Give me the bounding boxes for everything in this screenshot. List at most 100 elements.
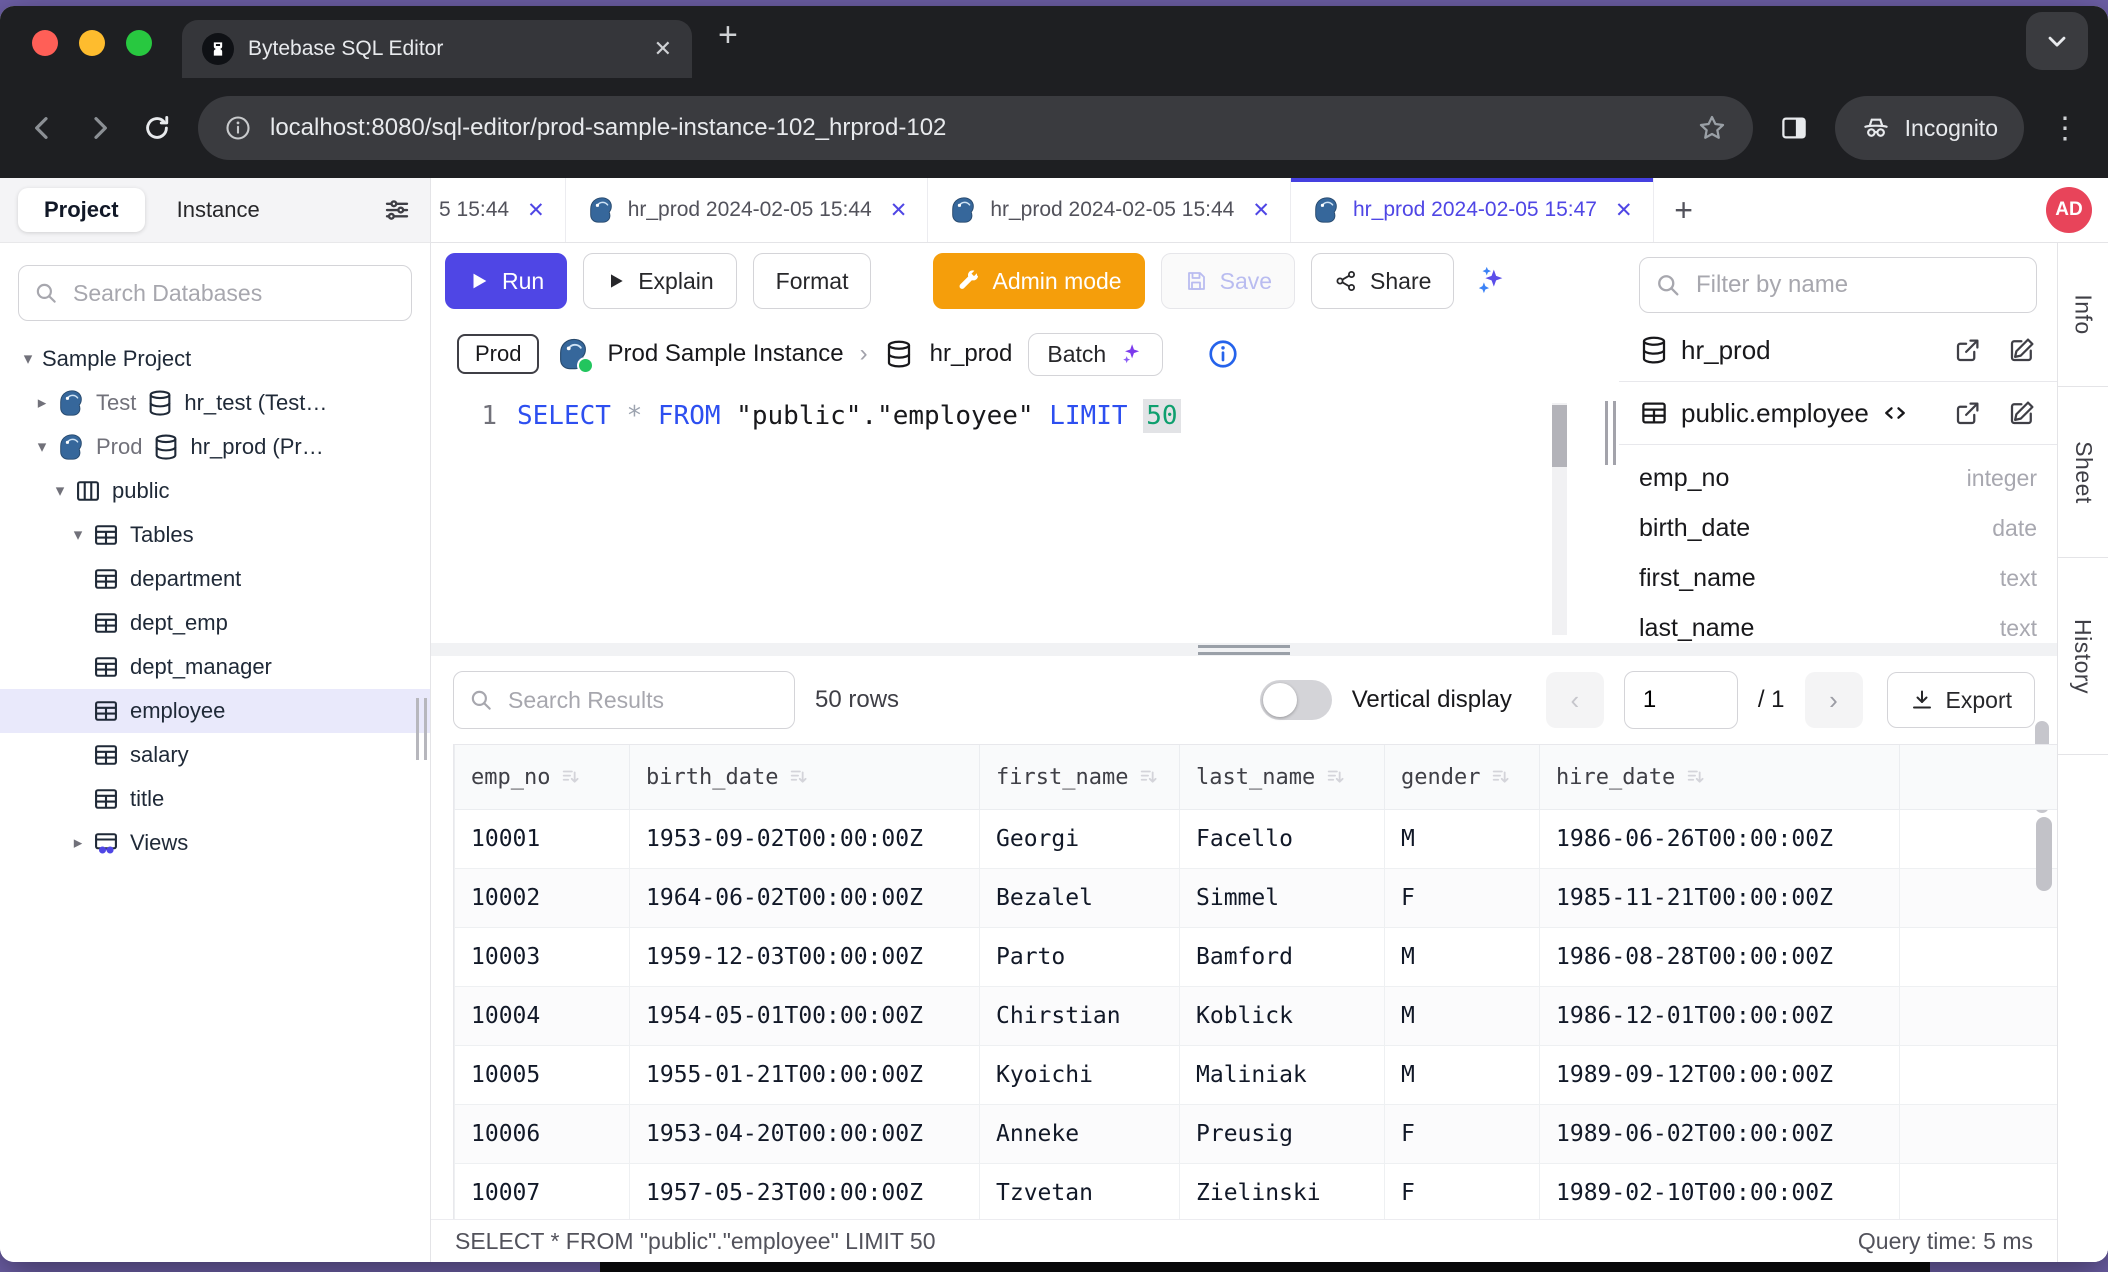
admin-mode-button[interactable]: Admin mode — [933, 253, 1144, 309]
tree-item-hr-prod-pr[interactable]: ▾Prodhr_prod (Pr… — [0, 425, 430, 469]
table-row[interactable]: 100051955-01-21T00:00:00ZKyoichiMaliniak… — [455, 1046, 2058, 1105]
schema-table-row[interactable]: public.employee — [1619, 381, 2057, 445]
chevron-down-icon[interactable]: ▾ — [46, 481, 74, 501]
table-cell[interactable]: 1989-02-10T00:00:00Z — [1540, 1164, 1900, 1220]
edit-icon[interactable] — [2007, 398, 2037, 428]
results-scrollbar-thumb[interactable] — [2036, 817, 2052, 891]
sort-icon[interactable] — [1490, 766, 1512, 788]
browser-menu-button[interactable]: ⋮ — [2050, 111, 2082, 146]
panel-resize-handle[interactable] — [1601, 243, 1619, 643]
column-header-emp_no[interactable]: emp_no — [455, 745, 630, 810]
code-icon[interactable] — [1881, 399, 1909, 427]
table-cell[interactable]: 1957-05-23T00:00:00Z — [630, 1164, 980, 1220]
table-cell[interactable]: 1959-12-03T00:00:00Z — [630, 928, 980, 987]
back-button[interactable] — [26, 112, 58, 144]
close-tab-icon[interactable]: ✕ — [527, 198, 545, 223]
table-cell[interactable]: 10005 — [455, 1046, 630, 1105]
table-cell[interactable]: Anneke — [980, 1105, 1180, 1164]
address-bar[interactable]: localhost:8080/sql-editor/prod-sample-in… — [198, 96, 1753, 160]
tree-item-views[interactable]: ▸Views — [0, 821, 430, 865]
sheet-tab-0[interactable]: 5 15:44✕ — [431, 178, 566, 242]
table-row[interactable]: 100061953-04-20T00:00:00ZAnnekePreusigF1… — [455, 1105, 2058, 1164]
sql-editor[interactable]: 1 SELECT * FROM "public"."employee" LIMI… — [431, 389, 1601, 643]
database-name[interactable]: hr_prod — [930, 340, 1013, 368]
tree-item-department[interactable]: department — [0, 557, 430, 601]
table-cell[interactable]: 10002 — [455, 869, 630, 928]
table-cell[interactable]: 1953-09-02T00:00:00Z — [630, 810, 980, 869]
schema-database-row[interactable]: hr_prod — [1619, 319, 2057, 381]
sheet-tab-2[interactable]: hr_prod 2024-02-05 15:44✕ — [928, 178, 1291, 242]
table-cell[interactable]: Facello — [1180, 810, 1385, 869]
table-cell[interactable]: Maliniak — [1180, 1046, 1385, 1105]
close-tab-icon[interactable]: ✕ — [1615, 198, 1633, 223]
instance-name[interactable]: Prod Sample Instance — [607, 340, 843, 368]
table-cell[interactable]: 1964-06-02T00:00:00Z — [630, 869, 980, 928]
results-resize-handle[interactable] — [431, 643, 2057, 656]
tab-instance[interactable]: Instance — [151, 188, 286, 232]
user-avatar[interactable]: AD — [2046, 187, 2092, 233]
table-cell[interactable]: Preusig — [1180, 1105, 1385, 1164]
sort-icon[interactable] — [1685, 766, 1707, 788]
tree-item-tables[interactable]: ▾Tables — [0, 513, 430, 557]
table-cell[interactable]: 1985-11-21T00:00:00Z — [1540, 869, 1900, 928]
column-row-emp_no[interactable]: emp_nointeger — [1639, 453, 2037, 503]
schema-filter-input[interactable] — [1694, 270, 2022, 300]
column-header-last_name[interactable]: last_name — [1180, 745, 1385, 810]
save-button[interactable]: Save — [1161, 253, 1295, 309]
table-cell[interactable]: 10001 — [455, 810, 630, 869]
table-cell[interactable]: F — [1385, 1105, 1540, 1164]
batch-mode-chip[interactable]: Batch — [1028, 333, 1163, 376]
zoom-window-button[interactable] — [126, 30, 152, 56]
table-cell[interactable]: Zielinski — [1180, 1164, 1385, 1220]
new-sheet-button[interactable]: + — [1654, 178, 1714, 242]
table-cell[interactable]: 10003 — [455, 928, 630, 987]
sidebar-resize-handle[interactable] — [416, 698, 427, 760]
table-cell[interactable]: F — [1385, 869, 1540, 928]
table-cell[interactable]: Simmel — [1180, 869, 1385, 928]
database-search-input[interactable] — [71, 279, 397, 308]
table-cell[interactable]: M — [1385, 928, 1540, 987]
page-number-field[interactable] — [1624, 671, 1738, 729]
share-button[interactable]: Share — [1311, 253, 1454, 309]
sidebar-settings-button[interactable] — [382, 195, 412, 225]
info-icon[interactable] — [1207, 338, 1239, 370]
tree-item-sample-project[interactable]: ▾Sample Project — [0, 337, 430, 381]
table-cell[interactable]: 1986-08-28T00:00:00Z — [1540, 928, 1900, 987]
explain-button[interactable]: Explain — [583, 253, 736, 309]
table-row[interactable]: 100011953-09-02T00:00:00ZGeorgiFacelloM1… — [455, 810, 2058, 869]
forward-button[interactable] — [84, 112, 116, 144]
table-cell[interactable]: 10007 — [455, 1164, 630, 1220]
reload-button[interactable] — [142, 113, 172, 143]
external-link-icon[interactable] — [1953, 398, 1983, 428]
vertical-display-toggle[interactable] — [1260, 680, 1332, 720]
bookmark-star-icon[interactable] — [1697, 113, 1727, 143]
table-cell[interactable]: Parto — [980, 928, 1180, 987]
side-tab-sheet[interactable]: Sheet — [2058, 387, 2108, 558]
browser-tab[interactable]: Bytebase SQL Editor ✕ — [182, 20, 692, 78]
table-cell[interactable]: 1953-04-20T00:00:00Z — [630, 1105, 980, 1164]
sort-icon[interactable] — [560, 766, 582, 788]
edit-icon[interactable] — [2007, 335, 2037, 365]
table-cell[interactable]: Koblick — [1180, 987, 1385, 1046]
column-header-gender[interactable]: gender — [1385, 745, 1540, 810]
export-button[interactable]: Export — [1887, 672, 2035, 728]
sort-icon[interactable] — [1138, 766, 1160, 788]
tree-item-employee[interactable]: employee — [0, 689, 430, 733]
side-tab-info[interactable]: Info — [2058, 243, 2108, 387]
side-tab-history[interactable]: History — [2058, 558, 2108, 755]
table-cell[interactable]: Tzvetan — [980, 1164, 1180, 1220]
table-cell[interactable]: M — [1385, 1046, 1540, 1105]
browser-tab-close-icon[interactable]: ✕ — [654, 36, 672, 62]
tab-search-button[interactable] — [2026, 12, 2088, 70]
table-cell[interactable]: 1954-05-01T00:00:00Z — [630, 987, 980, 1046]
table-cell[interactable]: Chirstian — [980, 987, 1180, 1046]
results-search[interactable] — [453, 671, 795, 729]
schema-filter[interactable] — [1639, 257, 2037, 313]
table-cell[interactable]: M — [1385, 987, 1540, 1046]
close-window-button[interactable] — [32, 30, 58, 56]
close-tab-icon[interactable]: ✕ — [890, 198, 908, 223]
minimize-window-button[interactable] — [79, 30, 105, 56]
sort-icon[interactable] — [788, 766, 810, 788]
next-page-button[interactable]: › — [1805, 672, 1863, 728]
tree-item-public[interactable]: ▾public — [0, 469, 430, 513]
